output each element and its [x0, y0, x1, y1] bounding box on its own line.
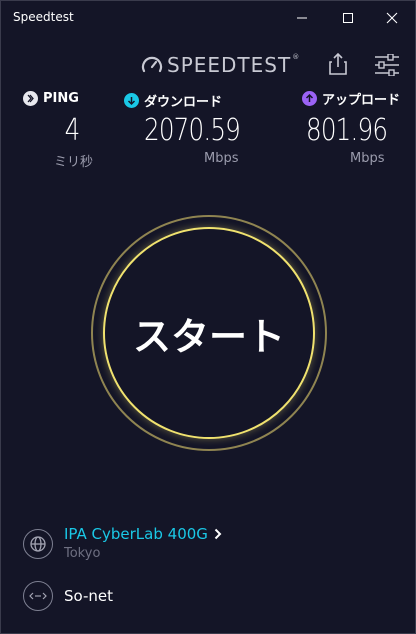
settings-sliders-icon	[375, 53, 399, 77]
speedtest-window: Speedtest SPEEDTEST® PING 4 ミリ秒 ダウンロード 2…	[0, 0, 416, 634]
share-button[interactable]	[327, 52, 349, 76]
start-label: スタート	[132, 314, 285, 359]
globe-icon	[23, 529, 53, 559]
speedtest-logo: SPEEDTEST®	[141, 53, 300, 77]
download-label: ダウンロード	[144, 95, 223, 110]
close-icon	[386, 12, 398, 24]
server-select-link[interactable]: IPA CyberLab 400G	[64, 525, 222, 543]
start-button[interactable]: スタート	[103, 227, 315, 439]
close-button[interactable]	[369, 1, 415, 35]
connection-icon	[23, 581, 53, 611]
server-name: IPA CyberLab 400G	[64, 525, 208, 543]
download-arrow-icon	[124, 93, 139, 108]
maximize-icon	[343, 13, 353, 23]
download-unit: Mbps	[204, 151, 239, 166]
ping-icon	[23, 91, 38, 106]
minimize-button[interactable]	[279, 1, 325, 35]
upload-label: アップロード	[322, 93, 401, 108]
registered-mark: ®	[292, 53, 301, 61]
ping-label: PING	[43, 91, 79, 106]
speedometer-icon	[141, 56, 163, 73]
download-value: 2070.59	[144, 113, 241, 148]
share-icon	[329, 52, 347, 75]
download-metric: ダウンロード 2070.59 Mbps	[124, 91, 264, 166]
upload-metric: アップロード 801.96 Mbps	[302, 89, 416, 166]
settings-button[interactable]	[374, 53, 400, 77]
maximize-button[interactable]	[325, 1, 371, 35]
minimize-icon	[297, 17, 307, 19]
server-location: Tokyo	[64, 546, 101, 561]
ping-value: 4	[64, 113, 81, 148]
upload-value: 801.96	[306, 113, 388, 148]
ping-unit: ミリ秒	[54, 155, 94, 170]
window-title: Speedtest	[13, 10, 74, 24]
ping-metric: PING 4 ミリ秒	[23, 91, 123, 170]
logo-text: SPEEDTEST®	[167, 53, 301, 77]
isp-name: So-net	[64, 587, 114, 605]
upload-unit: Mbps	[350, 151, 385, 166]
start-button-area: スタート	[91, 215, 327, 451]
upload-arrow-icon	[302, 91, 317, 106]
chevron-right-icon	[214, 528, 222, 540]
title-bar[interactable]: Speedtest	[1, 1, 415, 35]
